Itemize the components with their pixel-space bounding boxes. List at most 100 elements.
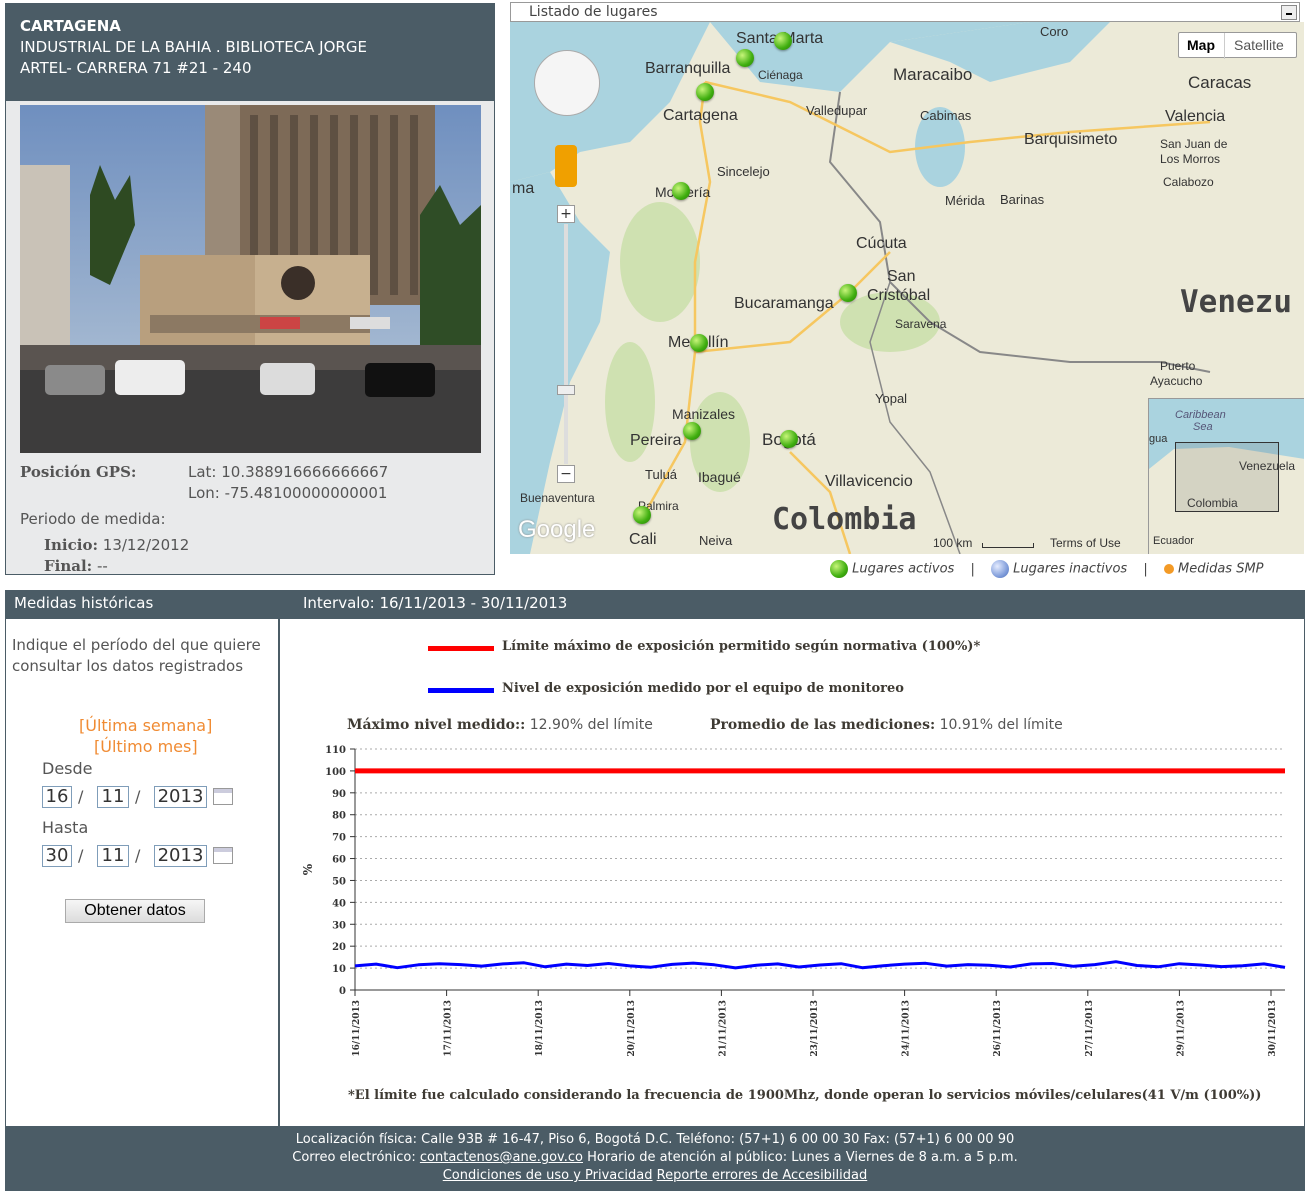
label-villavicencio: Villavicencio [825,473,913,490]
smp-marker-icon [1163,564,1174,574]
label-calabozo: Calabozo [1163,175,1214,189]
y-tick-label: 30 [332,920,346,931]
date-separator: / [78,846,84,865]
footer-hours: Horario de atención al público: Lunes a … [587,1150,1018,1165]
map-legend: Lugares activos | Lugares inactivos | Me… [830,560,1304,582]
label-maracaibo: Maracaibo [893,65,973,84]
y-tick-label: 10 [332,964,346,975]
from-label: Desde [42,759,93,778]
filter-intro: Indique el período del que quiere consul… [12,636,261,675]
y-tick-label: 40 [332,898,346,909]
legend-smp: Medidas SMP [1178,561,1264,577]
label-caracas: Caracas [1188,73,1252,92]
avg-level-value: 10.91% del límite [939,717,1063,733]
period-label: Periodo de medida: [20,510,166,528]
terms-link[interactable]: Terms of Use [1050,536,1121,550]
active-place-marker[interactable] [696,83,714,101]
active-place-marker[interactable] [683,422,701,440]
label-venezuela: Venezu [1180,284,1292,320]
date-separator: / [135,846,141,865]
map-scale-bar [982,543,1034,548]
limit-legend-label: Límite máximo de exposición permitido se… [502,639,981,654]
active-place-marker[interactable] [780,430,798,448]
from-year-input[interactable]: 2013 [154,786,207,808]
start-label: Inicio: [44,536,98,554]
gps-label: Posición GPS: [20,463,137,481]
get-data-button[interactable]: Obtener datos [65,899,205,923]
map-type-map-button[interactable]: Map [1187,37,1215,53]
limit-legend-swatch [428,646,494,651]
active-place-marker[interactable] [839,284,857,302]
pan-control[interactable] [534,50,600,116]
chart-area: Límite máximo de exposición permitido se… [282,619,1304,1126]
x-tick-label: 29/11/2013 [1176,1000,1186,1057]
label-cienaga: Ciénaga [758,68,803,82]
label-buenaventura: Buenaventura [520,491,595,505]
label-cucuta: Cúcuta [856,235,907,252]
footer-address: Localización física: Calle 93B # 16-47, … [295,1132,1015,1147]
end-label: Final: [44,557,93,575]
label-merida: Mérida [945,193,985,208]
y-tick-label: 80 [332,811,346,822]
label-sincelejo: Sincelejo [717,164,770,179]
map-type-control: Map Satellite [1178,32,1297,59]
y-tick-label: 70 [332,833,346,844]
zoom-slider-track[interactable] [564,224,568,464]
legend-separator: | [1143,561,1148,577]
history-panel: Indique el período del que quiere consul… [5,619,1305,1127]
from-day-input[interactable]: 16 [42,786,72,808]
label-valencia: Valencia [1165,108,1226,125]
privacy-link[interactable]: Condiciones de uso y Privacidad [443,1168,653,1183]
accessibility-link[interactable]: Reporte errores de Accesibilidad [657,1168,868,1183]
station-city: CARTAGENA [20,17,121,35]
active-place-marker[interactable] [690,334,708,352]
places-select[interactable]: Listado de lugares [510,2,1300,22]
to-year-input[interactable]: 2013 [154,845,207,867]
x-tick-label: 17/11/2013 [444,1000,454,1057]
label-puerto: Puerto [1160,359,1196,373]
station-panel: CARTAGENA INDUSTRIAL DE LA BAHIA . BIBLI… [5,3,495,575]
active-place-marker[interactable] [736,49,754,67]
gps-lon: Lon: -75.48100000000001 [188,484,388,502]
legend-separator: | [970,561,975,577]
avg-level-key: Promedio de las mediciones: [710,717,936,733]
footer-email-prefix: Correo electrónico: [292,1150,416,1165]
calendar-icon[interactable] [213,847,233,864]
map-view[interactable]: + − Map Satellite Santa Marta Barranquil… [510,22,1304,554]
label-barquisimeto: Barquisimeto [1024,131,1118,148]
overview-map[interactable]: Caribbean Sea gua Venezuela Colombia Ecu… [1148,398,1304,554]
footer: Localización física: Calle 93B # 16-47, … [5,1127,1305,1191]
active-place-marker[interactable] [774,32,792,50]
from-month-input[interactable]: 11 [97,786,129,808]
zoom-slider-handle[interactable] [557,385,575,395]
mini-label-gua: gua [1149,433,1168,445]
chevron-down-icon[interactable] [1281,5,1297,20]
label-san-juan: San Juan de [1160,137,1228,151]
active-place-marker[interactable] [672,182,690,200]
period-start: Inicio: 13/12/2012 [44,536,189,554]
to-day-input[interactable]: 30 [42,845,72,867]
overview-viewport[interactable] [1175,442,1279,512]
label-bucaramanga: Bucaramanga [734,295,834,312]
label-los-morros: Los Morros [1160,152,1221,166]
label-saravena: Saravena [895,317,947,331]
period-end: Final: -- [44,557,108,575]
places-select-label: Listado de lugares [529,4,658,20]
y-tick-label: 50 [332,876,346,887]
zoom-out-icon[interactable]: − [557,465,575,483]
calendar-icon[interactable] [213,788,233,805]
measured-series-line [354,960,1286,970]
map-type-satellite-button[interactable]: Satellite [1234,37,1284,53]
footer-email-link[interactable]: contactenos@ane.gov.co [420,1150,583,1165]
street-view-icon[interactable] [555,145,577,187]
active-place-marker[interactable] [633,506,651,524]
x-tick-label: 26/11/2013 [993,1000,1003,1057]
active-marker-icon [830,560,848,578]
zoom-in-icon[interactable]: + [557,205,575,223]
chart-footnote: *El límite fue calculado considerando la… [348,1088,1262,1103]
last-month-link[interactable]: [Último mes] [94,737,198,756]
footer-contact: Correo electrónico: contactenos@ane.gov.… [5,1149,1305,1167]
last-week-link[interactable]: [Última semana] [79,716,212,735]
label-cartagena: Cartagena [663,107,738,124]
to-month-input[interactable]: 11 [97,845,129,867]
